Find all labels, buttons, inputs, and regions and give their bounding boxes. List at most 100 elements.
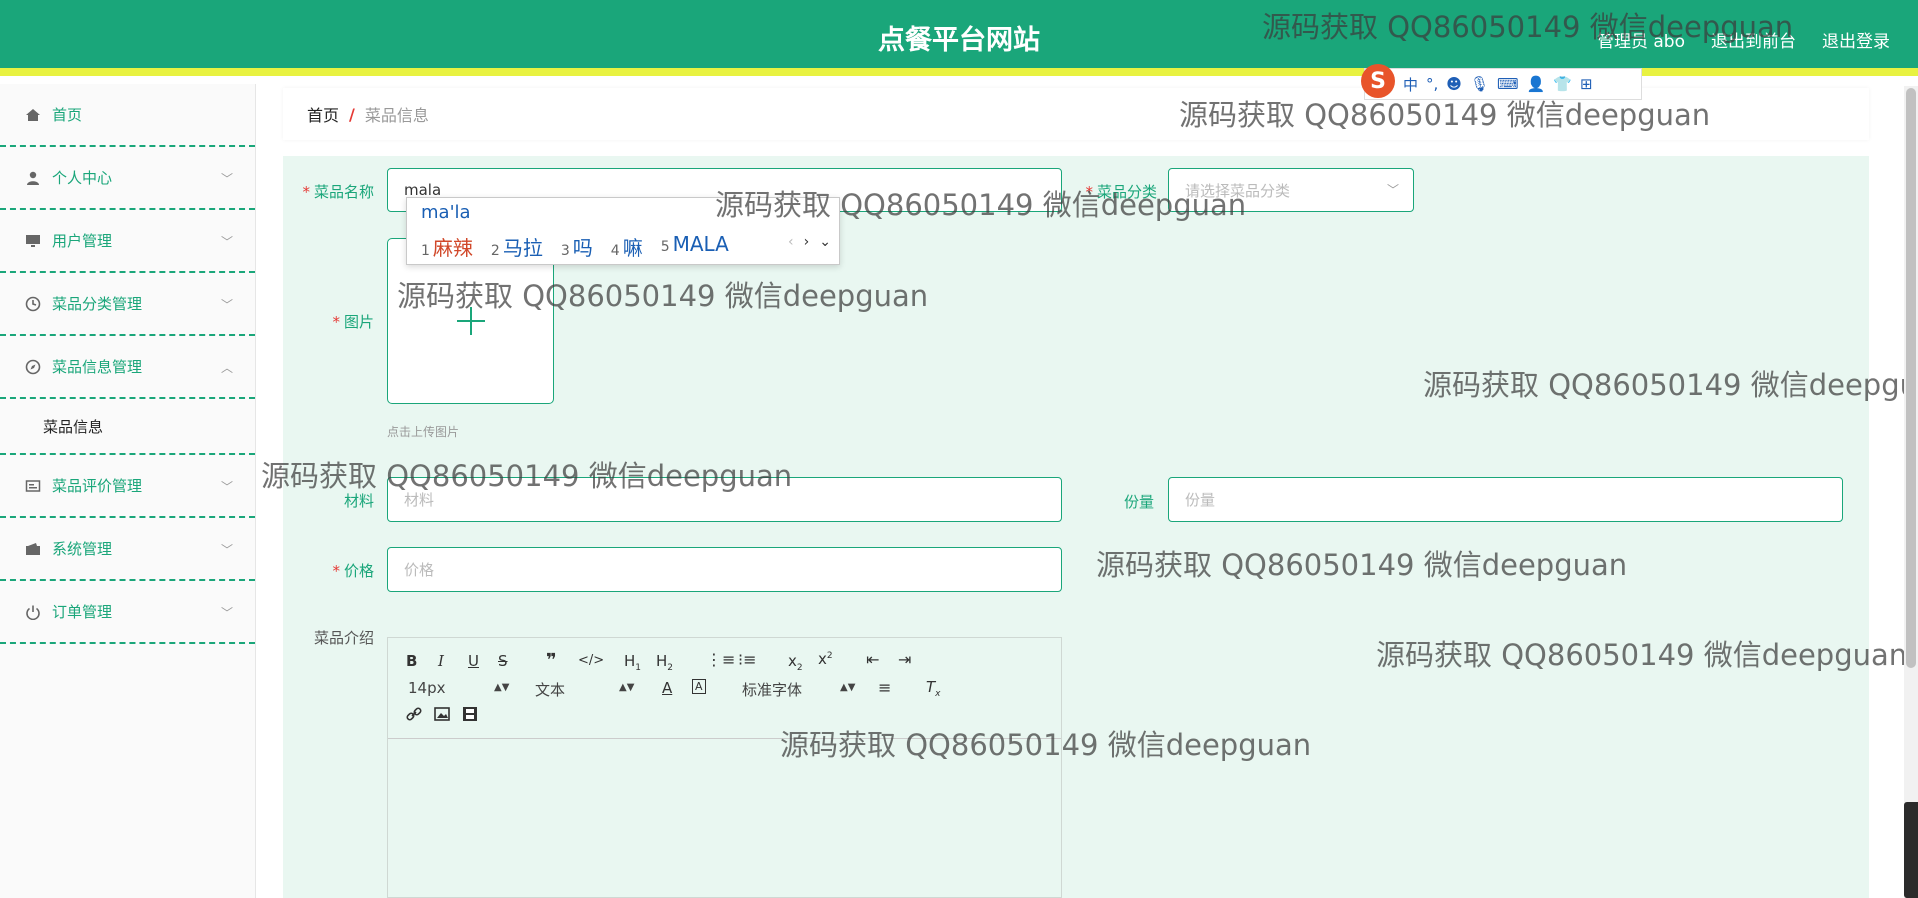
chevron-down-icon: ﹀ [220,298,233,312]
font-size-select[interactable]: 14px ▲▼ [408,679,509,697]
editor-toolbar: B I U S ❞ </> H1 H2 ⋮≡ ⁝≡ x2 x2 ⇤ ⇥ 14px… [388,638,1061,739]
chevron-down-icon[interactable]: ⌄ [819,234,831,250]
microphone-icon[interactable]: 🎙 [1470,75,1489,93]
ordered-list-icon[interactable]: ⋮≡ [706,650,735,669]
emoji-icon[interactable]: ☻ [1446,75,1462,93]
strikethrough-icon[interactable]: S [498,652,508,670]
sidebar-item-dish-category[interactable]: 菜品分类管理 ﹀ [0,273,255,336]
sidebar-item-label: 菜品分类管理 [52,295,143,313]
ime-composition: ma'la [421,202,471,223]
skin-icon[interactable]: 👕 [1553,75,1572,93]
align-icon[interactable]: ≡ [878,678,891,697]
card-icon [24,477,42,495]
chevron-down-icon: ﹀ [220,606,233,620]
sidebar-item-home[interactable]: 首页 [0,84,255,147]
wallet-icon [24,540,42,558]
apps-icon[interactable]: ⊞ [1580,75,1593,93]
superscript-icon[interactable]: x2 [818,650,833,668]
chevron-down-icon: ﹀ [1386,183,1399,197]
intro-label: 菜品介绍 [313,629,374,647]
ime-candidate[interactable]: 2 马拉 [491,232,543,261]
font-color-icon[interactable]: A [662,679,672,697]
material-label: 材料 [343,492,374,510]
side-widget[interactable] [1904,802,1918,898]
sidebar-item-label: 系统管理 [52,540,113,558]
chevron-right-icon[interactable]: › [804,234,810,250]
sidebar-item-label: 首页 [52,106,83,124]
sidebar-item-user-management[interactable]: 用户管理 ﹀ [0,210,255,273]
bold-icon[interactable]: B [406,652,417,670]
image-icon[interactable] [434,706,450,726]
chevron-down-icon: ﹀ [220,172,233,186]
user-icon [24,169,42,187]
price-input[interactable]: 价格 [387,547,1062,592]
sidebar-item-dish-info[interactable]: 菜品信息管理 ︿ [0,336,255,399]
image-label: * 图片 [332,313,374,331]
compass-icon [24,358,42,376]
logout-link[interactable]: 退出登录 [1822,27,1890,52]
h1-icon[interactable]: H1 [624,652,641,673]
scrollbar-thumb[interactable] [1906,88,1916,668]
back-to-frontend-link[interactable]: 退出到前台 [1711,27,1796,52]
chevron-down-icon: ﹀ [220,543,233,557]
chevron-down-icon: ﹀ [220,235,233,249]
underline-icon[interactable]: U [468,652,479,670]
quote-icon[interactable]: ❞ [546,650,557,671]
font-family-select[interactable]: 标准字体 ▲▼ [742,679,855,700]
breadcrumb-separator: / [349,104,355,124]
sidebar-item-dish-review[interactable]: 菜品评价管理 ﹀ [0,455,255,518]
outdent-icon[interactable]: ⇤ [866,650,879,669]
dish-name-label: * 菜品名称 [302,183,374,201]
sidebar-item-label: 用户管理 [52,232,113,250]
material-input[interactable]: 材料 [387,477,1062,522]
sidebar-item-label: 菜品信息管理 [52,358,143,376]
background-color-icon[interactable]: A [692,679,706,694]
clock-icon [24,295,42,313]
subscript-icon[interactable]: x2 [788,652,803,673]
ime-candidate-popup: ma'la 1 麻辣 2 马拉 3吗 4嘛 5 MALA ‹ › ⌄ [406,197,840,265]
chevron-left-icon[interactable]: ‹ [788,234,794,250]
breadcrumb-current: 菜品信息 [364,106,429,125]
power-icon [24,603,42,621]
punctuation-icon[interactable]: °, [1426,75,1438,93]
ime-toolbar: S 中 °, ☻ 🎙 ⌨ 👤 👕 ⊞ [1361,64,1642,100]
keyboard-icon[interactable]: ⌨ [1497,75,1519,93]
ime-candidate[interactable]: 3吗 [561,232,593,261]
user-icon[interactable]: 👤 [1527,75,1546,93]
video-icon[interactable] [462,706,478,726]
code-icon[interactable]: </> [578,653,604,668]
sidebar-item-orders[interactable]: 订单管理 ﹀ [0,581,255,644]
bullet-list-icon[interactable]: ⁝≡ [738,650,757,669]
home-icon [24,106,42,124]
ime-candidate[interactable]: 1 麻辣 [421,232,473,261]
admin-user-link[interactable]: 管理员 abo [1597,27,1685,52]
ime-candidate[interactable]: 4嘛 [611,232,643,261]
chevron-up-icon: ︿ [220,361,233,375]
paragraph-select[interactable]: 文本 ▲▼ [535,679,634,700]
sidebar-item-system[interactable]: 系统管理 ﹀ [0,518,255,581]
top-header: 点餐平台网站 管理员 abo 退出到前台 退出登录 [0,0,1918,76]
indent-icon[interactable]: ⇥ [898,650,911,669]
sidebar-item-label: 订单管理 [52,603,113,621]
portion-input[interactable]: 份量 [1168,477,1843,522]
link-icon[interactable] [406,706,422,726]
clear-format-icon[interactable]: Tx [926,678,941,699]
h2-icon[interactable]: H2 [656,652,673,673]
sidebar-item-personal-center[interactable]: 个人中心 ﹀ [0,147,255,210]
sogou-logo-icon[interactable]: S [1361,64,1395,98]
italic-icon[interactable]: I [438,652,444,670]
chevron-down-icon: ﹀ [220,480,233,494]
ime-candidate[interactable]: 5 MALA [661,232,729,261]
category-label: * 菜品分类 [1085,183,1157,201]
sidebar-subitem-dish-info[interactable]: 菜品信息 [0,399,255,455]
header-links: 管理员 abo 退出到前台 退出登录 [1597,27,1890,52]
ime-nav: ‹ › ⌄ [788,234,831,250]
sidebar-item-label: 菜品评价管理 [52,477,143,495]
price-label: * 价格 [332,562,374,580]
upload-hint: 点击上传图片 [387,425,460,439]
category-select[interactable]: 请选择菜品分类 ﹀ [1168,168,1414,212]
breadcrumb-home[interactable]: 首页 [307,102,339,126]
ime-candidate-list: 1 麻辣 2 马拉 3吗 4嘛 5 MALA [421,232,729,261]
chinese-mode-icon[interactable]: 中 [1403,74,1418,95]
plus-icon [456,307,485,335]
